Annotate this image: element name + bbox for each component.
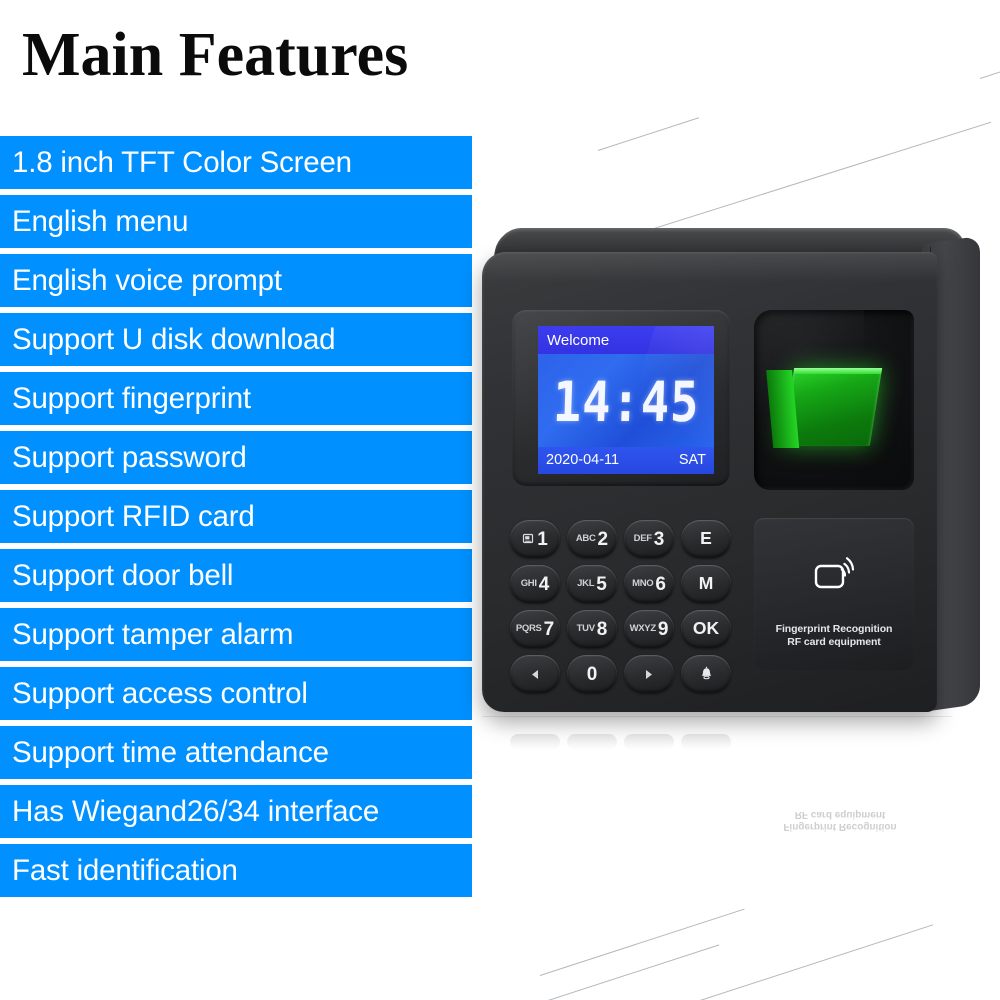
key-8[interactable]: TUV 8 xyxy=(567,610,617,648)
key-1[interactable]: 1 xyxy=(510,520,560,558)
key-letters: JKL xyxy=(577,578,595,590)
feature-item: Support door bell xyxy=(0,549,472,602)
decorative-diagonal-line xyxy=(979,56,1000,79)
feature-label: English menu xyxy=(12,204,189,238)
reflection-caption-line2: RF card equipment xyxy=(794,809,886,820)
feature-label: Support time attendance xyxy=(12,735,329,769)
key-4[interactable]: GHI 4 xyxy=(510,565,560,603)
key-label: 8 xyxy=(596,618,608,640)
key-letters: GHI xyxy=(520,578,537,590)
key-arrow-right[interactable] xyxy=(624,655,674,693)
key-label: 3 xyxy=(653,528,665,550)
feature-item: Support fingerprint xyxy=(0,372,472,425)
rfid-reader-panel[interactable]: Fingerprint Recognition RF card equipmen… xyxy=(754,518,914,670)
feature-label: Support door bell xyxy=(12,558,234,592)
infographic-page: Main Features 1.8 inch TFT Color Screen … xyxy=(0,0,1000,1000)
lcd-date: 2020-04-11 xyxy=(546,452,620,469)
feature-item: Support access control xyxy=(0,667,472,720)
key-letters: MNO xyxy=(632,578,654,590)
key-letters: WXYZ xyxy=(629,623,657,635)
feature-label: Support U disk download xyxy=(12,322,336,356)
key-letters: TUV xyxy=(576,623,595,635)
key-label: 9 xyxy=(657,618,669,640)
feature-label: 1.8 inch TFT Color Screen xyxy=(12,145,352,179)
rfid-caption-line2: RF card equipment xyxy=(787,635,881,648)
door-bell-icon xyxy=(699,666,714,682)
key-label: M xyxy=(698,573,714,594)
key-5[interactable]: JKL 5 xyxy=(567,565,617,603)
page-title: Main Features xyxy=(22,21,409,89)
key-letters: ABC xyxy=(575,533,596,545)
decorative-diagonal-line xyxy=(539,908,745,976)
feature-item: Support RFID card xyxy=(0,490,472,543)
key-7[interactable]: PQRS 7 xyxy=(510,610,560,648)
lcd-weekday: SAT xyxy=(678,452,706,469)
key-letters: PQRS xyxy=(515,623,542,635)
feature-label: Support access control xyxy=(12,676,308,710)
keypad: 1 ABC 2 DEF 3 E GHI 4 JKL 5 MNO 6 M PQRS… xyxy=(510,520,732,693)
feature-list: 1.8 inch TFT Color Screen English menu E… xyxy=(0,136,472,903)
product-device: Welcome 14:45 2020-04-11 SAT 1 ABC 2 DEF… xyxy=(470,228,1000,738)
rfid-card-icon xyxy=(813,556,859,598)
decorative-diagonal-line xyxy=(597,117,699,151)
feature-item: Support U disk download xyxy=(0,313,472,366)
key-2[interactable]: ABC 2 xyxy=(567,520,617,558)
decorative-diagonal-line xyxy=(547,944,720,1000)
key-label: 6 xyxy=(655,573,666,595)
device-reflection: Fingerprint Recognition RF card equipmen… xyxy=(470,716,1000,876)
key-menu[interactable]: M xyxy=(681,565,731,603)
rfid-caption: Fingerprint Recognition RF card equipmen… xyxy=(754,623,914,648)
fingerprint-scanner-icon[interactable] xyxy=(781,368,883,446)
key-letters: DEF xyxy=(633,533,652,545)
key-label: 0 xyxy=(586,663,598,685)
key-door-bell[interactable] xyxy=(681,655,731,693)
feature-item: English voice prompt xyxy=(0,254,472,307)
feature-label: Fast identification xyxy=(12,853,238,887)
feature-item: 1.8 inch TFT Color Screen xyxy=(0,136,472,189)
key-0[interactable]: 0 xyxy=(567,655,617,693)
rfid-caption-line1: Fingerprint Recognition xyxy=(775,623,893,636)
decorative-diagonal-line xyxy=(699,924,934,1000)
feature-item: Fast identification xyxy=(0,844,472,897)
arrow-right-icon xyxy=(642,668,656,681)
key-label: 4 xyxy=(538,573,550,595)
device-front-face: Welcome 14:45 2020-04-11 SAT 1 ABC 2 DEF… xyxy=(482,252,937,712)
key-3[interactable]: DEF 3 xyxy=(624,520,674,558)
feature-item: Support time attendance xyxy=(0,726,472,779)
key-label: E xyxy=(700,528,712,549)
lcd-status-bar: Welcome xyxy=(538,326,714,354)
feature-label: Support password xyxy=(12,440,247,474)
key-arrow-left[interactable] xyxy=(510,655,560,693)
key-9[interactable]: WXYZ 9 xyxy=(624,610,674,648)
fingerprint-sensor-recess xyxy=(754,310,914,490)
feature-label: Support tamper alarm xyxy=(12,617,294,651)
key-label: OK xyxy=(692,618,720,639)
arrow-left-icon xyxy=(528,668,542,681)
key-label: 5 xyxy=(596,573,607,595)
feature-item: English menu xyxy=(0,195,472,248)
key-escape[interactable]: E xyxy=(681,520,731,558)
key-label: 1 xyxy=(537,528,548,550)
lcd-screen: Welcome 14:45 2020-04-11 SAT xyxy=(538,326,714,474)
lcd-date-bar: 2020-04-11 SAT xyxy=(538,447,714,474)
key-label: 7 xyxy=(543,618,555,640)
lcd-clock: 14:45 xyxy=(551,370,701,435)
reflection-caption-line1: Fingerprint Recognition xyxy=(783,821,897,832)
reflection-caption: Fingerprint Recognition RF card equipmen… xyxy=(770,808,910,832)
feature-item: Support tamper alarm xyxy=(0,608,472,661)
lcd-status-text: Welcome xyxy=(547,331,610,349)
feature-item: Support password xyxy=(0,431,472,484)
lcd-clock-area: 14:45 xyxy=(538,354,714,447)
key-ok[interactable]: OK xyxy=(681,610,731,648)
id-card-icon xyxy=(522,533,535,545)
feature-item: Has Wiegand26/34 interface xyxy=(0,785,472,838)
feature-label: Has Wiegand26/34 interface xyxy=(12,794,380,828)
key-6[interactable]: MNO 6 xyxy=(624,565,674,603)
feature-label: Support RFID card xyxy=(12,499,255,533)
screen-bezel: Welcome 14:45 2020-04-11 SAT xyxy=(512,310,730,486)
feature-label: English voice prompt xyxy=(12,263,282,297)
feature-label: Support fingerprint xyxy=(12,381,251,415)
key-label: 2 xyxy=(597,528,609,550)
